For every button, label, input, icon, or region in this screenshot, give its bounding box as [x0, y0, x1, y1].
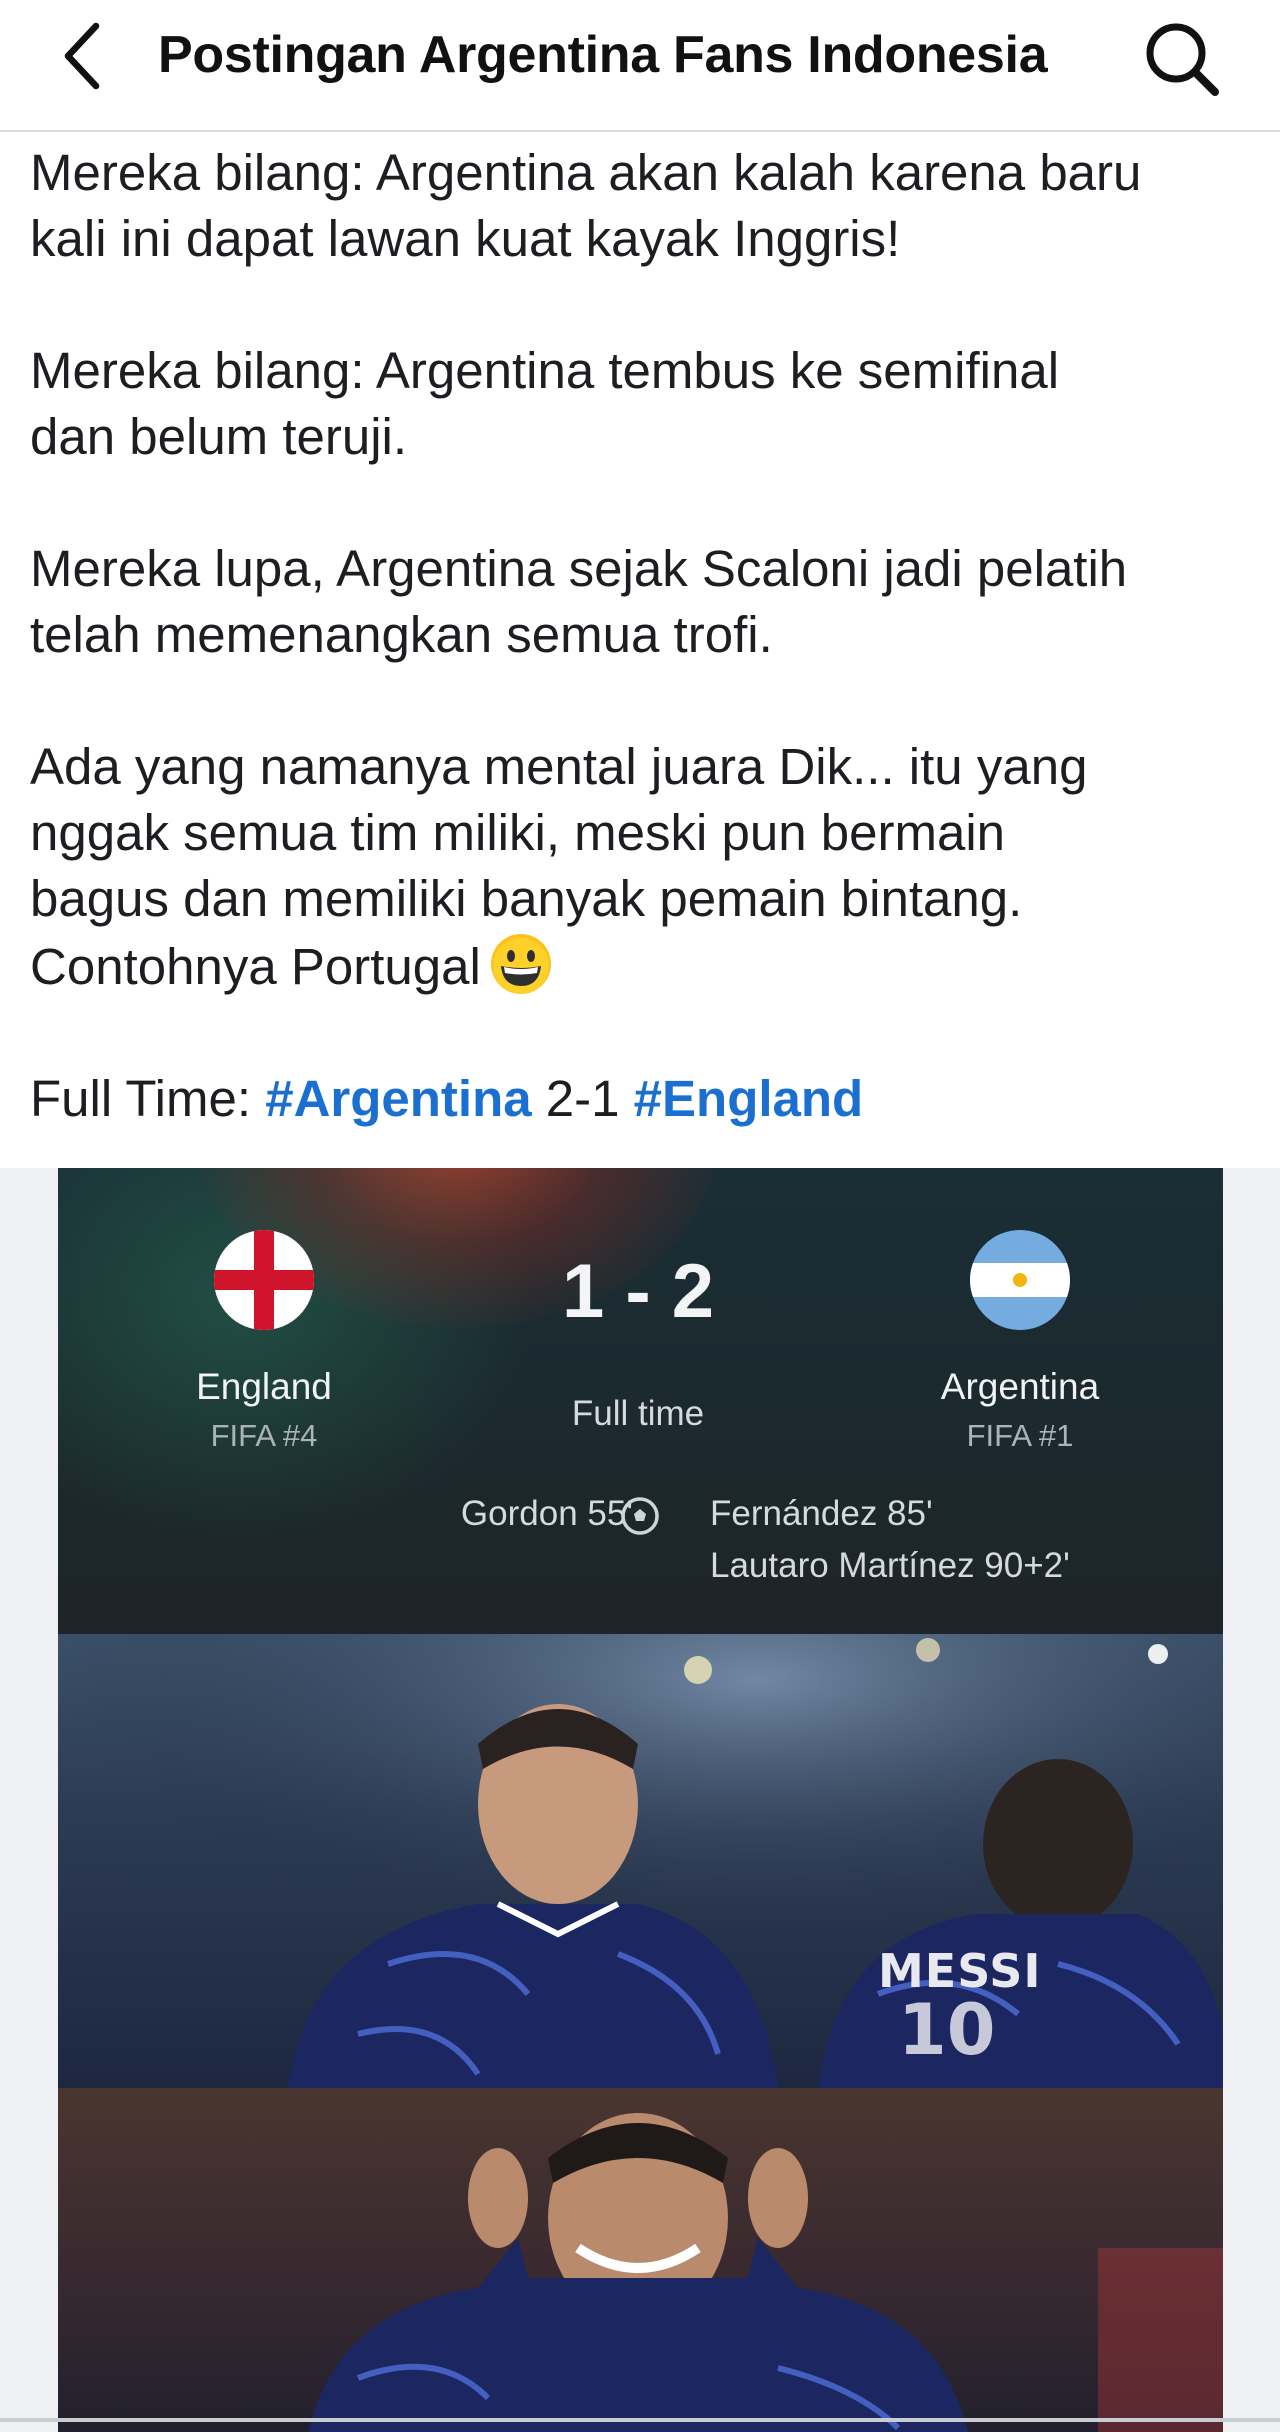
- score-text: 2-1: [531, 1070, 634, 1127]
- away-scorer: Fernández 85': [710, 1494, 933, 1533]
- svg-text:10: 10: [898, 1989, 995, 2071]
- match-score: 1 - 2: [561, 1249, 715, 1334]
- hashtag-england-link[interactable]: #England: [634, 1070, 864, 1127]
- full-time-label: Full Time:: [30, 1070, 266, 1127]
- match-status: Full time: [571, 1394, 705, 1433]
- bottom-divider: [0, 2418, 1280, 2422]
- post-line: Ada yang namanya mental juara Dik... itu…: [30, 738, 1088, 795]
- post-paragraph: Mereka bilang: Argentina akan kalah kare…: [30, 140, 1260, 272]
- post-line: telah memenangkan semua trofi.: [30, 606, 773, 663]
- post-line: Mereka bilang: Argentina tembus ke semif…: [30, 342, 1060, 399]
- jersey-name-text: MESSI: [878, 1944, 1042, 1998]
- argentina-flag-icon: [970, 1230, 1070, 1330]
- home-team-name: England: [196, 1366, 332, 1407]
- away-team-name: Argentina: [940, 1366, 1100, 1407]
- post-body: Mereka bilang: Argentina akan kalah kare…: [30, 140, 1260, 1132]
- players-celebration-photo[interactable]: 10: [58, 1634, 1223, 2088]
- home-team-rank: FIFA #4: [210, 1418, 318, 1453]
- player-photo-illustration: [308, 2113, 1223, 2432]
- post-line: Mereka lupa, Argentina sejak Scaloni jad…: [30, 540, 1128, 597]
- grinning-face-emoji-icon: [490, 934, 551, 994]
- stadium-photo-illustration: 10: [58, 1634, 1223, 2088]
- post-line-text: Contohnya Portugal: [30, 938, 481, 995]
- post-line-with-emoji: Contohnya Portugal: [30, 932, 1260, 1000]
- app-header: Postingan Argentina Fans Indonesia: [0, 0, 1280, 132]
- post-paragraph: Mereka lupa, Argentina sejak Scaloni jad…: [30, 536, 1260, 668]
- soccer-ball-icon: [621, 1497, 659, 1535]
- match-scorecard-image[interactable]: 1 - 2 England FIFA #4 Full time Argentin…: [58, 1168, 1223, 1634]
- hashtag-argentina-link[interactable]: #Argentina: [265, 1070, 531, 1127]
- page-title: Postingan Argentina Fans Indonesia: [158, 26, 1048, 84]
- post-line: bagus dan memiliki banyak pemain bintang…: [30, 870, 1023, 927]
- post-line: dan belum teruji.: [30, 408, 408, 465]
- home-scorer: Gordon 55': [460, 1494, 633, 1533]
- post-line: Mereka bilang: Argentina akan kalah kare…: [30, 144, 1142, 201]
- post-line: nggak semua tim miliki, meski pun bermai…: [30, 804, 1006, 861]
- away-scorer: Lautaro Martínez 90+2': [710, 1546, 1070, 1585]
- england-flag-icon: [214, 1230, 314, 1330]
- away-team-rank: FIFA #1: [966, 1418, 1074, 1453]
- post-line: kali ini dapat lawan kuat kayak Inggris!: [30, 210, 901, 267]
- search-icon: [1146, 23, 1219, 96]
- post-paragraph: Mereka bilang: Argentina tembus ke semif…: [30, 338, 1260, 470]
- full-time-line: Full Time: #Argentina 2-1 #England: [30, 1066, 1260, 1132]
- chevron-left-icon: [64, 22, 100, 90]
- back-button[interactable]: [50, 20, 114, 92]
- player-celebration-photo[interactable]: [58, 2088, 1223, 2432]
- search-button[interactable]: [1138, 18, 1224, 98]
- post-paragraph: Ada yang namanya mental juara Dik... itu…: [30, 734, 1260, 1000]
